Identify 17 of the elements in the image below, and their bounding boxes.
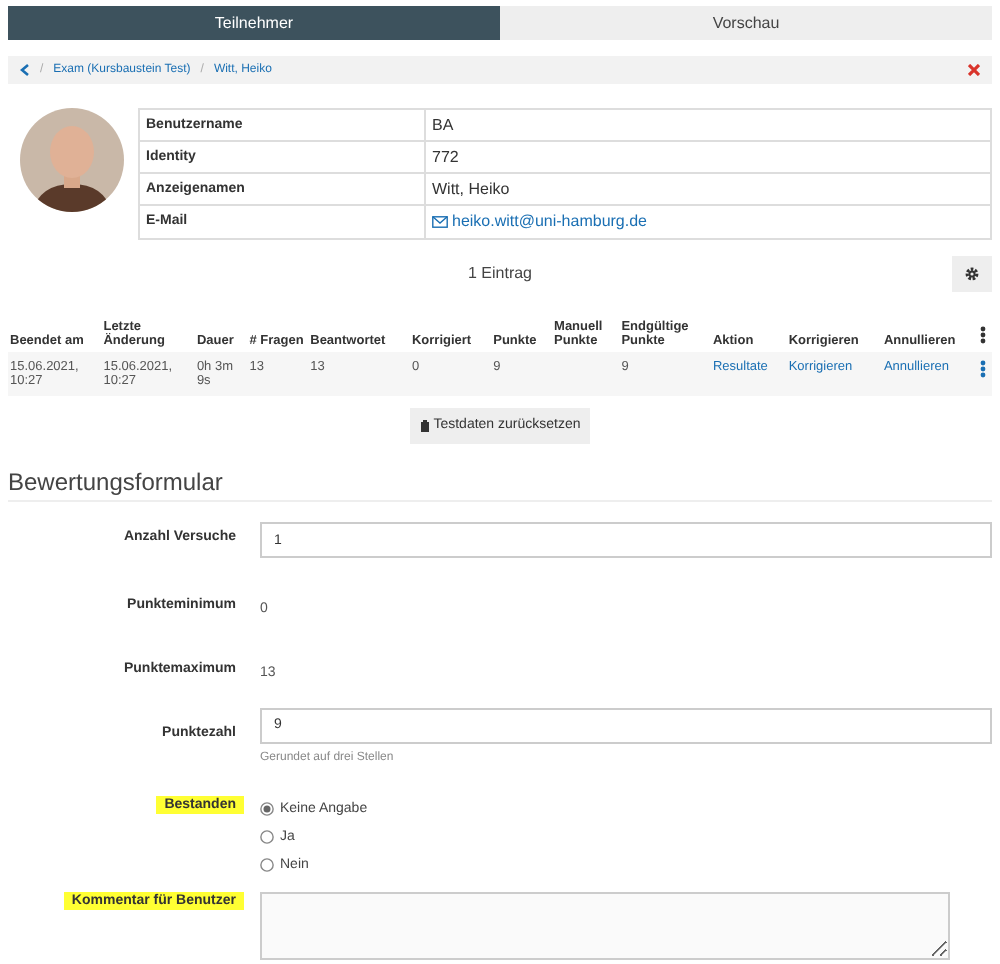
trash-icon (419, 419, 430, 431)
comment-field[interactable] (260, 891, 950, 959)
table-cell: Witt, Heiko (425, 173, 991, 205)
back-icon[interactable] (20, 64, 30, 76)
more-icon[interactable] (980, 325, 987, 343)
settings-button[interactable] (952, 255, 992, 291)
close-icon[interactable] (968, 64, 980, 76)
table-cell: 772 (425, 141, 991, 173)
gear-icon (964, 265, 980, 281)
section-heading: Bewertungsformular (8, 467, 992, 501)
tab[interactable]: Vorschau (500, 6, 992, 40)
tab[interactable]: Teilnehmer (8, 6, 500, 40)
entry-count: 1 Eintrag (467, 264, 533, 282)
envelope-icon (432, 215, 448, 227)
table-cell: BA (425, 109, 991, 141)
email-link[interactable]: heiko.witt@uni-hamburg.de (432, 212, 648, 230)
avatar (20, 108, 124, 212)
